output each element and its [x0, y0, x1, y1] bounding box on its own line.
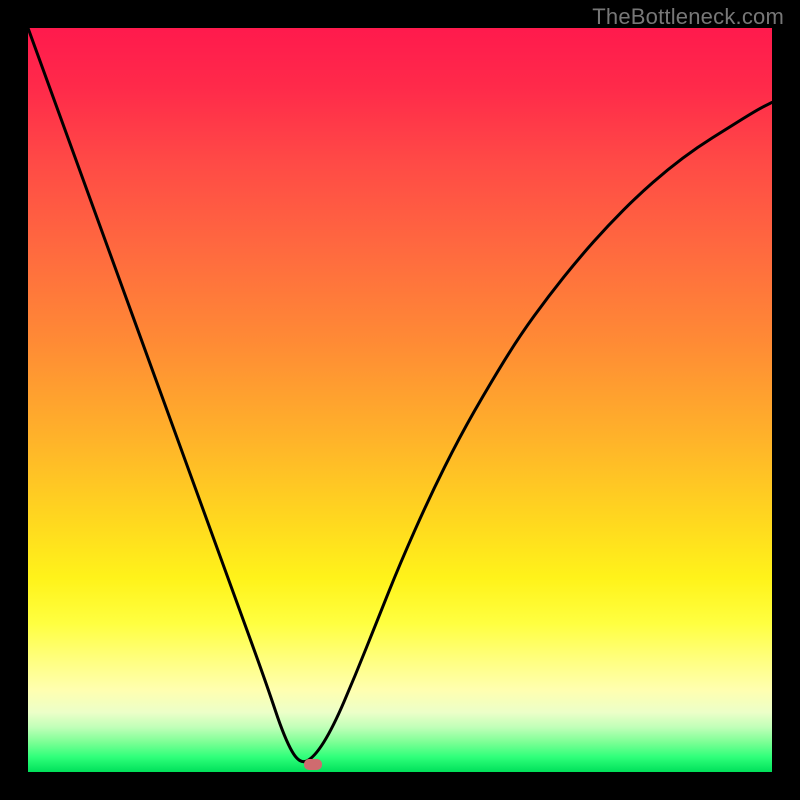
optimum-marker: [304, 759, 322, 770]
plot-area: [28, 28, 772, 772]
chart-frame: TheBottleneck.com: [0, 0, 800, 800]
bottleneck-curve: [28, 28, 772, 762]
curve-svg: [28, 28, 772, 772]
watermark-text: TheBottleneck.com: [592, 4, 784, 30]
